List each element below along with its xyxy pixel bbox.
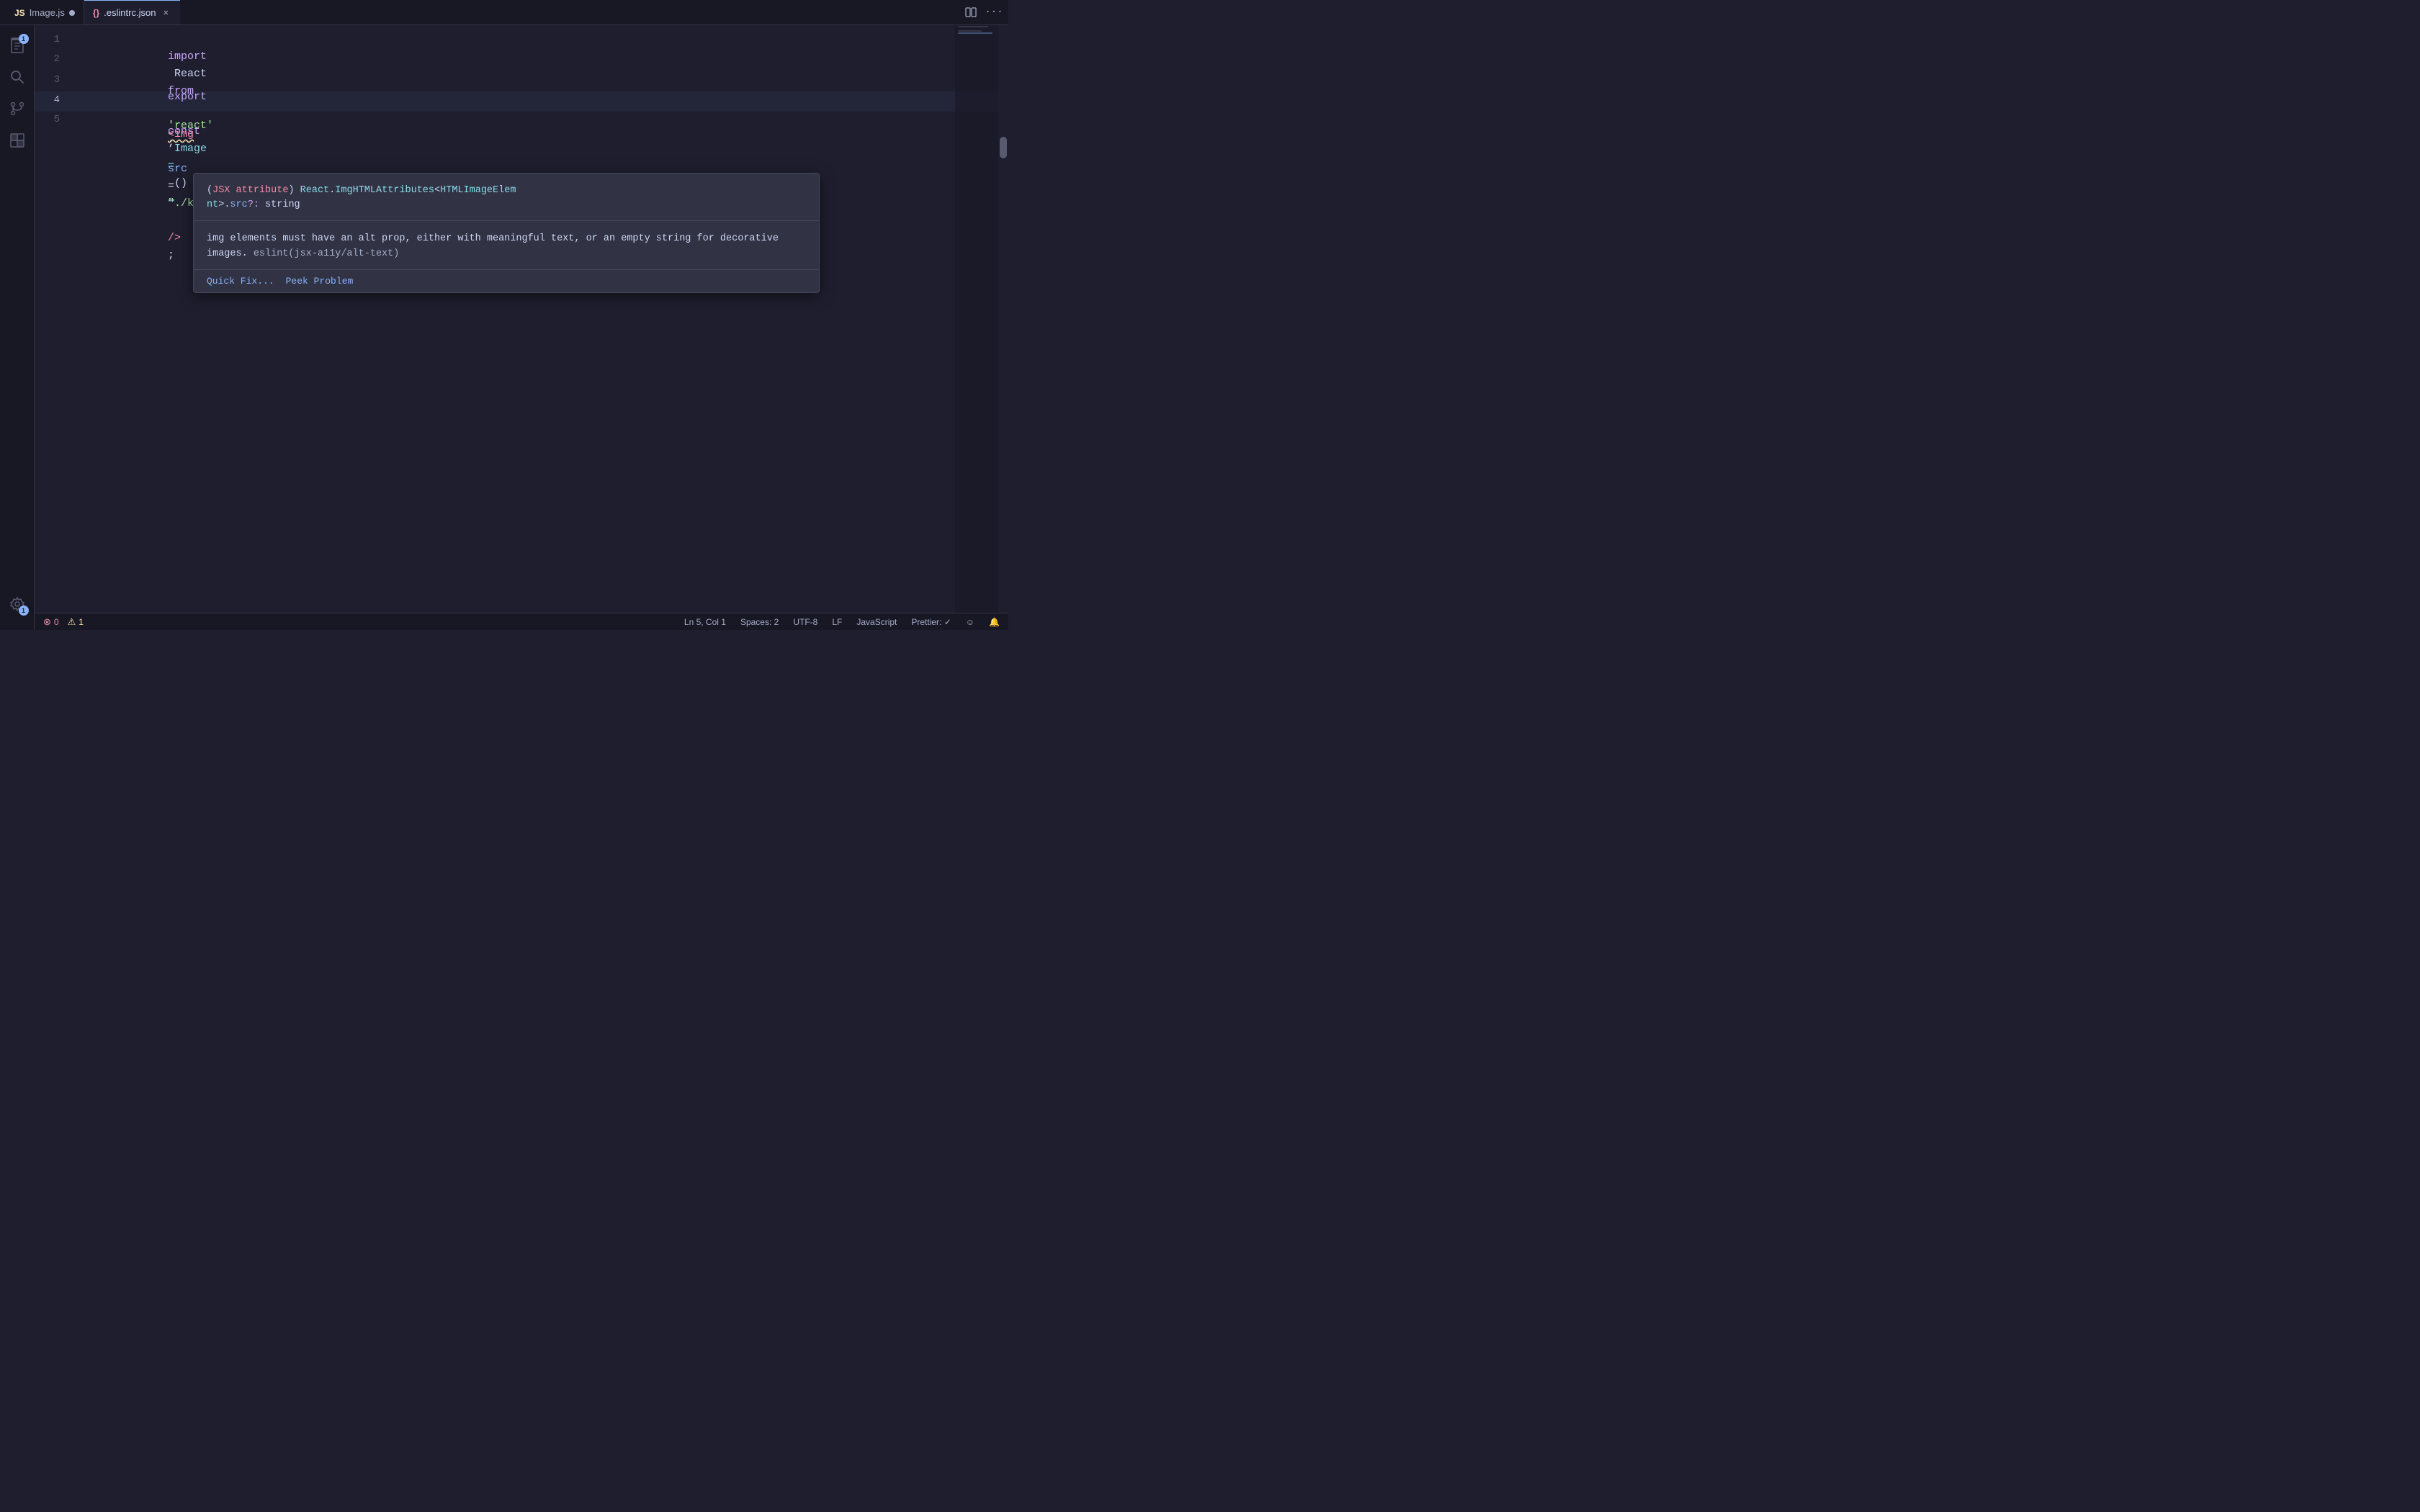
error-icon: ⊗ [43,616,51,628]
status-bell[interactable]: 🔔 [989,617,1000,627]
tab-eslintrc-label: .eslintrc.json [104,7,156,18]
diag-jsx-label: JSX attribute [212,185,288,196]
tab-image-js-label: Image.js [30,7,65,18]
token-sp4 [168,145,174,158]
js-file-icon: JS [14,8,25,18]
line-number-3: 3 [37,72,77,88]
scrollbar-track[interactable] [998,25,1008,613]
activity-icon-search[interactable] [3,63,32,91]
code-line-4: 4 <img src = "./ketchup.png" /> ; [35,91,1008,112]
warning-count: 1 [79,617,84,627]
prettier-label: Prettier: ✓ [911,617,951,627]
line-number-5: 5 [37,112,77,127]
token-sp4b [168,215,174,227]
tab-eslintrc-json[interactable]: {} .eslintrc.json ✕ [84,0,181,24]
diagnostic-type-info: (JSX attribute) React.ImgHTMLAttributes<… [194,174,819,221]
diag-paren-close: ) [288,185,294,196]
diag-class-htmlimg2: nt [207,199,218,210]
code-lines: 1 import React from 'react' ; [35,25,1008,138]
tab-bar: JS Image.js {} .eslintrc.json ✕ ··· [0,0,1008,25]
minimap [955,25,998,613]
diag-space2 [259,199,265,210]
token-indent [168,111,181,123]
warning-icon: ⚠ [68,616,76,628]
activity-bar: 1 [0,25,35,630]
tab-close-button[interactable]: ✕ [160,7,171,19]
diag-qmark: ?: [248,199,259,210]
tab-modified-dot [69,10,75,16]
line-number-2: 2 [37,51,77,67]
more-actions-button[interactable]: ··· [985,4,1003,21]
scrollbar-thumb[interactable] [1000,137,1007,158]
status-warnings[interactable]: ⚠ 1 [68,616,84,628]
diag-paren-open: ( [207,185,212,196]
line-number-1: 1 [37,32,77,48]
status-encoding[interactable]: UTF-8 [793,617,817,627]
line-number-4: 4 [37,92,77,108]
error-count: 0 [54,617,59,627]
diag-eslint-rule: eslint(jsx-a11y/alt-text) [254,248,400,259]
diag-type-string: string [265,199,300,210]
peek-problem-link[interactable]: Peek Problem [286,276,354,287]
editor-area: 1 import React from 'react' ; [35,25,1008,630]
token-src-attr: src [168,163,187,175]
status-right: Ln 5, Col 1 Spaces: 2 UTF-8 LF JavaScrip… [684,617,1000,627]
files-badge: 1 [19,34,29,44]
token-img-open: <img [168,128,194,140]
token-import: import [168,50,207,63]
diagnostic-actions: Quick Fix... Peek Problem [194,270,819,292]
diagnostic-popup: (JSX attribute) React.ImgHTMLAttributes<… [193,173,820,293]
diag-prop-src: src [230,199,247,210]
status-spaces[interactable]: Spaces: 2 [740,617,779,627]
activity-icon-extensions[interactable] [3,126,32,155]
split-editor-button[interactable] [962,4,980,21]
diag-class-htmlimg: HTMLImageElem [440,185,516,196]
status-prettier[interactable]: Prettier: ✓ [911,617,951,627]
quick-fix-link[interactable]: Quick Fix... [207,276,274,287]
json-file-icon: {} [93,8,99,18]
code-editor[interactable]: 1 import React from 'react' ; [35,25,1008,613]
activity-icon-files[interactable]: 1 [3,31,32,60]
diag-class-react: React [300,185,330,196]
diagnostic-message: img elements must have an alt prop, eith… [194,221,819,270]
diag-class-imgattrs: ImgHTMLAttributes [335,185,434,196]
status-smiley[interactable]: ☺ [966,617,974,627]
settings-badge: 1 [19,606,29,616]
tab-bar-actions: ··· [962,4,1003,21]
code-line-3: 3 export const Image = () ⇒ [35,71,1008,91]
activity-icon-source-control[interactable] [3,94,32,123]
token-self-close: /> [168,232,181,244]
status-bar: ⊗ 0 ⚠ 1 Ln 5, Col 1 Spaces: 2 UTF-8 LF J… [35,613,1008,630]
tab-image-js[interactable]: JS Image.js [6,0,84,24]
status-line-ending[interactable]: LF [832,617,842,627]
diag-angle-open: < [434,185,440,196]
status-language[interactable]: JavaScript [856,617,897,627]
code-line-1: 1 import React from 'react' ; [35,31,1008,51]
status-position[interactable]: Ln 5, Col 1 [684,617,726,627]
token-eq4: = [168,180,174,192]
status-errors[interactable]: ⊗ 0 [43,616,59,628]
activity-icon-settings[interactable]: 1 [3,590,32,618]
token-semi4: ; [168,249,174,261]
